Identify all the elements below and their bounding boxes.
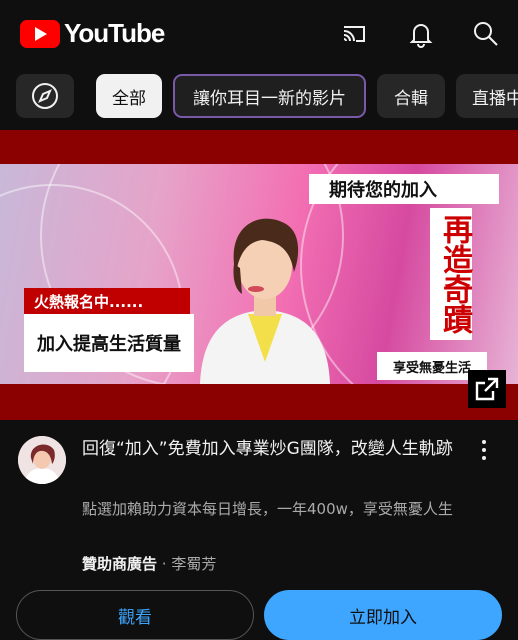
meta-separator: · <box>157 555 172 573</box>
search-icon[interactable] <box>470 18 502 50</box>
youtube-logo[interactable]: YouTube <box>20 18 165 49</box>
ad-meta: 贊助商廣告 · 李蜀芳 <box>82 553 216 574</box>
advertiser-avatar[interactable] <box>18 436 66 484</box>
ad-box-text: 加入提高生活質量 <box>24 314 194 372</box>
brand-name: YouTube <box>64 18 165 48</box>
chip-fresh-videos[interactable]: 讓你耳目一新的影片 <box>173 74 366 118</box>
sponsored-label: 贊助商廣告 <box>82 555 158 573</box>
ad-media[interactable]: 期待您的加入 再造奇蹟 火熱報名中...... 加入提高生活質量 享受無憂生活 <box>0 130 518 420</box>
more-options-icon[interactable] <box>474 438 494 462</box>
avatar-image <box>18 436 66 484</box>
compass-icon <box>32 83 58 109</box>
ad-hot-label: 火熱報名中...... <box>24 288 190 314</box>
chip-live[interactable]: 直播中 <box>456 74 518 118</box>
open-external-icon <box>475 377 499 401</box>
open-external-button[interactable] <box>468 370 506 408</box>
ad-vertical-text: 再造奇蹟 <box>430 208 472 340</box>
chip-mixes[interactable]: 合輯 <box>377 74 445 118</box>
ad-description: 點選加賴助力資本每日增長，一年400w，享受無憂人生 <box>82 500 453 518</box>
top-app-bar: YouTube <box>0 0 518 68</box>
cast-icon[interactable] <box>338 18 370 50</box>
presenter-image <box>200 218 330 384</box>
explore-button[interactable] <box>16 74 74 118</box>
join-now-button[interactable]: 立即加入 <box>264 590 502 640</box>
filter-chips-bar: 全部 讓你耳目一新的影片 合輯 直播中 <box>0 74 518 120</box>
ad-title[interactable]: 回復“加入”免費加入專業炒G團隊，改變人生軌跡 <box>82 436 462 462</box>
bell-icon[interactable] <box>405 18 437 50</box>
watch-button[interactable]: 觀看 <box>16 590 254 640</box>
chip-all[interactable]: 全部 <box>96 74 162 118</box>
advertiser-name: 李蜀芳 <box>171 555 217 573</box>
play-logo-icon <box>20 19 60 48</box>
ad-thumbnail: 期待您的加入 再造奇蹟 火熱報名中...... 加入提高生活質量 享受無憂生活 <box>0 164 518 384</box>
